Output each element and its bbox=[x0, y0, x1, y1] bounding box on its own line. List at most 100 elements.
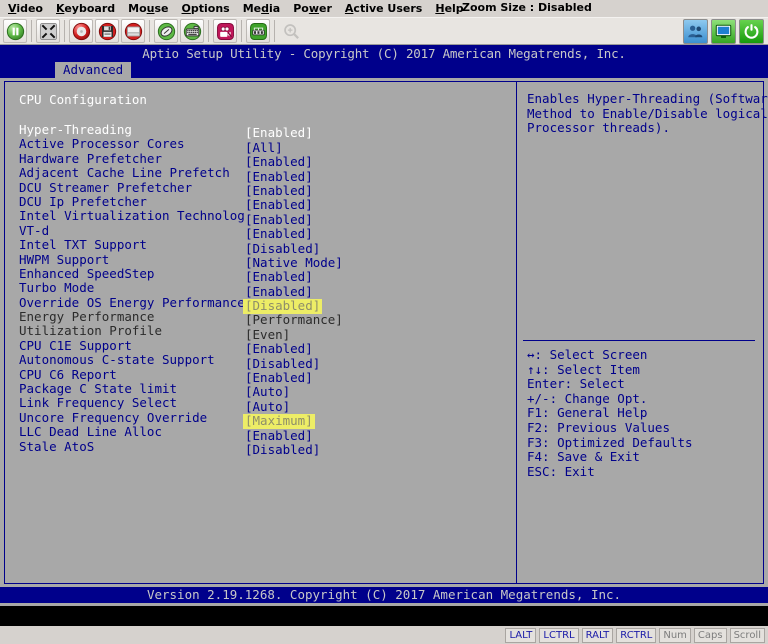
help-separator bbox=[523, 340, 755, 341]
status-key-num[interactable]: Num bbox=[659, 628, 691, 643]
setting-row[interactable]: Intel Virtualization Technology[Enabled] bbox=[19, 209, 510, 223]
help-text: Enables Hyper-Threading (SoftwareMethod … bbox=[527, 92, 757, 136]
keyboard-icon[interactable] bbox=[180, 19, 204, 43]
zoom-icon bbox=[279, 19, 303, 43]
menu-item-video[interactable]: Video bbox=[2, 1, 50, 17]
setting-value[interactable]: [Disabled] bbox=[245, 443, 320, 457]
menu-item-mouse[interactable]: Mouse bbox=[122, 1, 175, 17]
status-key-caps[interactable]: Caps bbox=[694, 628, 727, 643]
setting-label: Link Frequency Select bbox=[19, 396, 245, 410]
setting-label: Intel Virtualization Technology bbox=[19, 209, 245, 223]
bios-body: CPU Configuration Hyper-Threading[Enable… bbox=[0, 78, 768, 606]
setting-label: Stale AtoS bbox=[19, 440, 245, 454]
setting-label: Hardware Prefetcher bbox=[19, 152, 245, 166]
menu-bar: VideoKeyboardMouseOptionsMediaPowerActiv… bbox=[0, 0, 768, 17]
bios-title: Aptio Setup Utility - Copyright (C) 2017… bbox=[0, 45, 768, 62]
setting-label: CPU C1E Support bbox=[19, 339, 245, 353]
menu-item-options[interactable]: Options bbox=[176, 1, 237, 17]
toolbar-group-zoom bbox=[278, 19, 304, 43]
setting-row[interactable]: Utilization Profile[Even] bbox=[19, 324, 510, 338]
setting-row[interactable]: HWPM Support[Native Mode] bbox=[19, 253, 510, 267]
monitor-icon[interactable] bbox=[711, 19, 736, 44]
toolbar-separator bbox=[241, 20, 242, 42]
record-icon[interactable] bbox=[69, 19, 93, 43]
legend-line: ↔: Select Screen bbox=[527, 348, 693, 363]
menu-item-keyboard[interactable]: Keyboard bbox=[50, 1, 122, 17]
toolbar-group-video bbox=[212, 19, 238, 43]
toolbar-group-playback bbox=[2, 19, 28, 43]
toolbar-separator bbox=[274, 20, 275, 42]
save-icon[interactable] bbox=[95, 19, 119, 43]
setting-row[interactable]: DCU Ip Prefetcher[Enabled] bbox=[19, 195, 510, 209]
menu-item-power[interactable]: Power bbox=[287, 1, 339, 17]
toolbar-group-view bbox=[35, 19, 61, 43]
status-key-indicators: LALTLCTRL RALTRCTRLNumCapsScroll bbox=[502, 628, 765, 643]
zoom-size-label: Zoom Size : Disabled bbox=[462, 1, 592, 14]
bios-version-footer: Version 2.19.1268. Copyright (C) 2017 Am… bbox=[0, 587, 768, 603]
setting-label: Package C State limit bbox=[19, 382, 245, 396]
legend-line: F3: Optimized Defaults bbox=[527, 436, 693, 451]
legend-line: +/-: Change Opt. bbox=[527, 392, 693, 407]
setting-row[interactable]: VT-d[Enabled] bbox=[19, 224, 510, 238]
bios-content-frame: CPU Configuration Hyper-Threading[Enable… bbox=[4, 81, 764, 584]
status-key-lalt[interactable]: LALT bbox=[505, 628, 536, 643]
bios-console-screen[interactable]: Aptio Setup Utility - Copyright (C) 2017… bbox=[0, 45, 768, 625]
setting-label: Autonomous C-state Support bbox=[19, 353, 245, 367]
legend-line: ↑↓: Select Item bbox=[527, 363, 693, 378]
status-key-rctrl[interactable]: RCTRL bbox=[616, 628, 656, 643]
menu-item-media[interactable]: Media bbox=[237, 1, 288, 17]
setting-row[interactable]: CPU C6 Report[Enabled] bbox=[19, 368, 510, 382]
status-key-ralt[interactable]: RALT bbox=[582, 628, 614, 643]
menu-item-active-users[interactable]: Active Users bbox=[339, 1, 429, 17]
status-key-scroll[interactable]: Scroll bbox=[730, 628, 765, 643]
setting-row[interactable]: Autonomous C-state Support[Disabled] bbox=[19, 353, 510, 367]
setting-row[interactable]: Active Processor Cores[All] bbox=[19, 137, 510, 151]
setting-row[interactable]: Hardware Prefetcher[Enabled] bbox=[19, 152, 510, 166]
toolbar bbox=[0, 17, 768, 45]
setting-row[interactable]: DCU Streamer Prefetcher[Enabled] bbox=[19, 181, 510, 195]
tab-advanced[interactable]: Advanced bbox=[55, 62, 131, 78]
setting-label: Utilization Profile bbox=[19, 324, 245, 338]
setting-row[interactable]: Turbo Mode[Enabled] bbox=[19, 281, 510, 295]
setting-label: DCU Streamer Prefetcher bbox=[19, 181, 245, 195]
setting-label: Adjacent Cache Line Prefetch bbox=[19, 166, 245, 180]
drive-icon[interactable] bbox=[121, 19, 145, 43]
key-legend: ↔: Select Screen↑↓: Select ItemEnter: Se… bbox=[527, 348, 693, 479]
toolbar-separator bbox=[208, 20, 209, 42]
network-icon[interactable] bbox=[246, 19, 270, 43]
setting-label: CPU C6 Report bbox=[19, 368, 245, 382]
status-bar: LALTLCTRL RALTRCTRLNumCapsScroll bbox=[0, 625, 768, 644]
setting-label: VT-d bbox=[19, 224, 245, 238]
pause-icon[interactable] bbox=[3, 19, 27, 43]
setting-row[interactable]: Link Frequency Select[Auto] bbox=[19, 396, 510, 410]
setting-row[interactable]: CPU C1E Support[Enabled] bbox=[19, 339, 510, 353]
legend-line: Enter: Select bbox=[527, 377, 693, 392]
setting-row[interactable]: Intel TXT Support[Disabled] bbox=[19, 238, 510, 252]
setting-label: Energy Performance bbox=[19, 310, 245, 324]
users-icon[interactable] bbox=[683, 19, 708, 44]
help-text-line: Enables Hyper-Threading (Software bbox=[527, 92, 757, 107]
setting-row[interactable]: Override OS Energy Performance[Disabled] bbox=[19, 296, 510, 310]
mouse-icon[interactable] bbox=[154, 19, 178, 43]
remote-console-window: VideoKeyboardMouseOptionsMediaPowerActiv… bbox=[0, 0, 768, 644]
status-key-lctrl[interactable]: LCTRL bbox=[539, 628, 578, 643]
setting-row[interactable]: Adjacent Cache Line Prefetch[Enabled] bbox=[19, 166, 510, 180]
setting-label: Intel TXT Support bbox=[19, 238, 245, 252]
setting-label: Enhanced SpeedStep bbox=[19, 267, 245, 281]
legend-line: F4: Save & Exit bbox=[527, 450, 693, 465]
setting-label: Active Processor Cores bbox=[19, 137, 245, 151]
setting-row[interactable]: LLC Dead Line Alloc[Enabled] bbox=[19, 425, 510, 439]
help-panel: Enables Hyper-Threading (SoftwareMethod … bbox=[517, 82, 763, 583]
setting-row[interactable]: Enhanced SpeedStep[Enabled] bbox=[19, 267, 510, 281]
help-text-line: Method to Enable/Disable logical bbox=[527, 107, 757, 122]
setting-row[interactable]: Stale AtoS[Disabled] bbox=[19, 440, 510, 454]
setting-row[interactable]: Package C State limit[Auto] bbox=[19, 382, 510, 396]
setting-row[interactable]: Hyper-Threading[Enabled] bbox=[19, 123, 510, 137]
fullscreen-icon[interactable] bbox=[36, 19, 60, 43]
video-off-icon[interactable] bbox=[213, 19, 237, 43]
cpu-configuration-panel: CPU Configuration Hyper-Threading[Enable… bbox=[5, 82, 510, 583]
setting-label: Uncore Frequency Override bbox=[19, 411, 245, 425]
setting-row[interactable]: Uncore Frequency Override[Maximum] bbox=[19, 411, 510, 425]
setting-row[interactable]: Energy Performance[Performance] bbox=[19, 310, 510, 324]
power-icon[interactable] bbox=[739, 19, 764, 44]
